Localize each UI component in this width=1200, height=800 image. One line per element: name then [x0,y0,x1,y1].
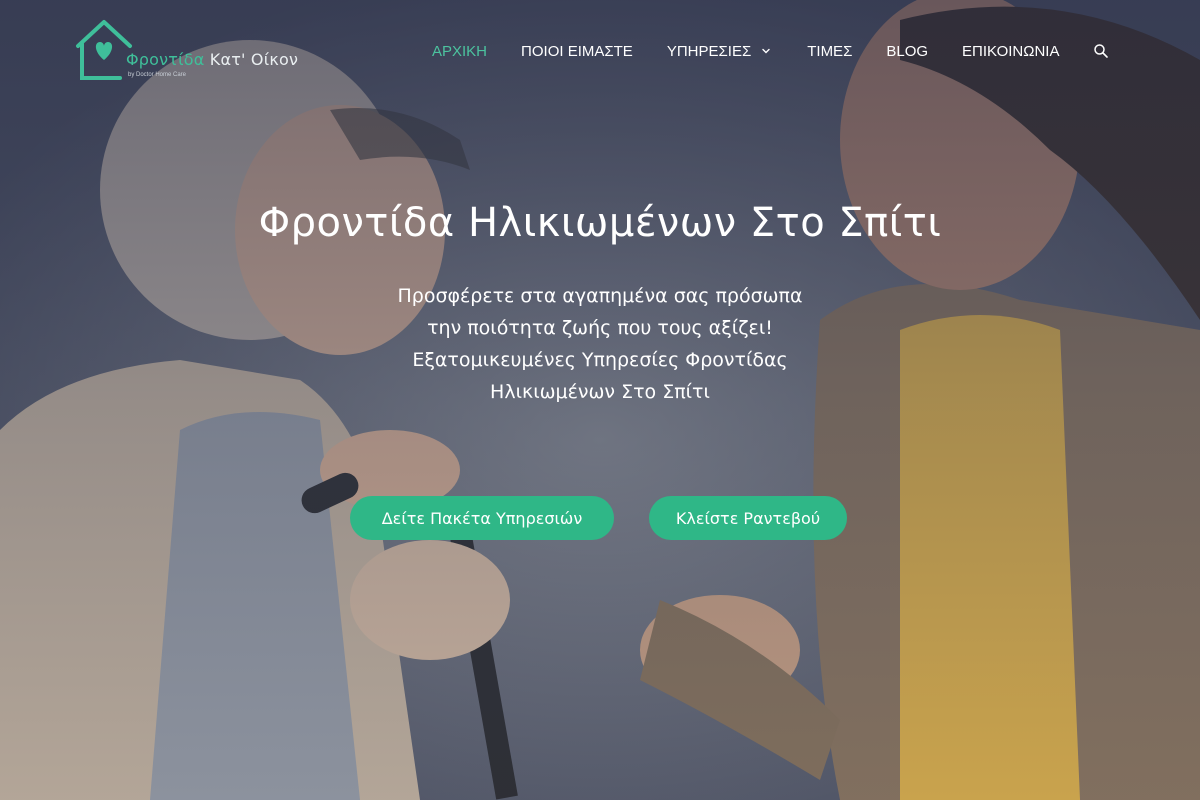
main-navigation: ΑΡΧΙΚΗ ΠΟΙΟΙ ΕΙΜΑΣΤΕ ΥΠΗΡΕΣΙΕΣ ΤΙΜΕΣ BLO… [432,40,1109,62]
hero-section: Φροντίδα Κατ' Οίκον by Doctor Home Care … [0,0,1200,800]
hero-title: Φροντίδα Ηλικιωμένων Στο Σπίτι [258,200,942,246]
hero-subtitle-line: Ηλικιωμένων Στο Σπίτι [490,381,710,403]
brand-name-part1: Φροντίδα [126,50,205,69]
nav-item-services[interactable]: ΥΠΗΡΕΣΙΕΣ [667,43,771,60]
brand-name: Φροντίδα Κατ' Οίκον [126,50,298,69]
nav-item-prices[interactable]: ΤΙΜΕΣ [807,43,852,60]
hero-subtitle-line: Εξατομικευμένες Υπηρεσίες Φροντίδας [412,349,788,371]
brand-tagline: by Doctor Home Care [128,72,187,78]
nav-item-home[interactable]: ΑΡΧΙΚΗ [432,43,487,60]
site-logo[interactable]: Φροντίδα Κατ' Οίκον by Doctor Home Care [74,18,304,84]
nav-item-contact[interactable]: ΕΠΙΚΟΙΝΩΝΙΑ [962,43,1059,60]
view-service-packages-button[interactable]: Δείτε Πακέτα Υπηρεσιών [350,496,614,540]
hero-subtitle-line: την ποιότητα ζωής που τους αξίζει! [427,317,773,339]
nav-item-about[interactable]: ΠΟΙΟΙ ΕΙΜΑΣΤΕ [521,43,633,60]
nav-item-blog[interactable]: BLOG [886,43,928,60]
book-appointment-button[interactable]: Κλείστε Ραντεβού [649,496,847,540]
hero-subtitle-line: Προσφέρετε στα αγαπημένα σας πρόσωπα [397,285,803,307]
nav-item-services-label: ΥΠΗΡΕΣΙΕΣ [666,42,752,60]
house-heart-icon [76,20,132,80]
chevron-down-icon [762,48,770,54]
site-header: Φροντίδα Κατ' Οίκον by Doctor Home Care … [0,0,1200,100]
hero-subtitle: Προσφέρετε στα αγαπημένα σας πρόσωπα την… [300,280,900,408]
brand-name-part2: Κατ' Οίκον [209,50,299,69]
search-icon[interactable] [1093,43,1109,59]
